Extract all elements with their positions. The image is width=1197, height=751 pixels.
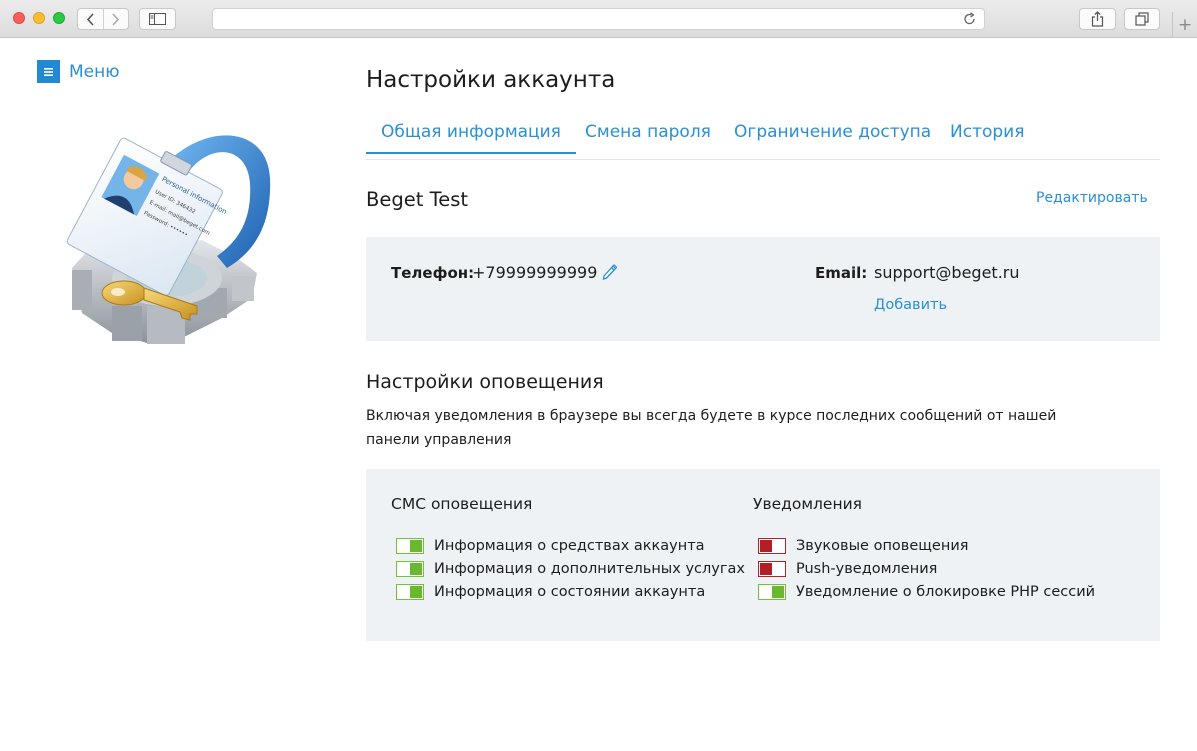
contact-panel: Телефон: +79999999999 Email: support@beg… — [366, 237, 1160, 341]
edit-phone-button[interactable] — [601, 263, 618, 284]
phone-label: Телефон: — [391, 264, 475, 282]
notifications-description: Включая уведомления в браузере вы всегда… — [366, 408, 1057, 448]
sms-services-label: Информация о дополнительных услугах — [434, 561, 745, 577]
forward-icon — [112, 12, 120, 26]
share-button[interactable] — [1079, 8, 1116, 30]
sidebar-toggle-button[interactable] — [139, 8, 176, 30]
tab-overview-button[interactable] — [1124, 8, 1160, 30]
minimize-window-button[interactable] — [33, 12, 45, 24]
edit-link[interactable]: Редактировать — [1036, 190, 1148, 206]
sms-item: Информация о состоянии аккаунта — [396, 583, 705, 601]
account-name: Beget Test — [366, 188, 468, 211]
notifications-panel: СМС оповещения Уведомления Информация о … — [366, 469, 1160, 641]
maximize-window-button[interactable] — [53, 12, 65, 24]
tab-history[interactable]: История — [950, 122, 1024, 142]
browser-item: Уведомление о блокировке PHP сессий — [758, 583, 1095, 601]
browser-toolbar: + — [0, 0, 1197, 38]
address-bar[interactable] — [212, 8, 985, 30]
menu-toggle[interactable]: Меню — [37, 60, 120, 83]
browser-column-title: Уведомления — [753, 495, 862, 513]
history-nav — [77, 8, 129, 30]
back-button[interactable] — [78, 9, 103, 29]
hamburger-icon — [37, 60, 60, 83]
php-block-toggle[interactable] — [758, 584, 786, 600]
notifications-title: Настройки оповещения — [366, 371, 604, 393]
sms-item: Информация о средствах аккаунта — [396, 537, 705, 555]
forward-button[interactable] — [102, 9, 129, 29]
phone-value: +79999999999 — [472, 263, 598, 282]
sound-alerts-label: Звуковые оповещения — [796, 538, 969, 554]
sidebar-icon — [149, 13, 166, 25]
account-tabs: Общая информация Смена пароля Ограничени… — [366, 113, 1160, 160]
sms-item: Информация о дополнительных услугах — [396, 560, 745, 578]
push-label: Push-уведомления — [796, 561, 938, 577]
sms-funds-label: Информация о средствах аккаунта — [434, 538, 705, 554]
plus-icon: + — [1177, 15, 1193, 35]
account-illustration: Personal information User ID: 346432 E-m… — [66, 135, 271, 344]
tab-general-info[interactable]: Общая информация — [366, 122, 576, 154]
browser-item: Push-уведомления — [758, 560, 937, 578]
sms-status-toggle[interactable] — [396, 584, 424, 600]
sound-alerts-toggle[interactable] — [758, 538, 786, 554]
close-window-button[interactable] — [13, 12, 25, 24]
sms-status-label: Информация о состоянии аккаунта — [434, 584, 706, 600]
add-email-link[interactable]: Добавить — [874, 297, 947, 313]
pencil-icon — [602, 264, 618, 280]
tab-change-password[interactable]: Смена пароля — [585, 122, 711, 142]
php-block-label: Уведомление о блокировке PHP сессий — [796, 584, 1096, 600]
browser-item: Звуковые оповещения — [758, 537, 968, 555]
email-value: support@beget.ru — [874, 263, 1020, 282]
sms-services-toggle[interactable] — [396, 561, 424, 577]
new-tab-button[interactable]: + — [1172, 12, 1197, 38]
push-toggle[interactable] — [758, 561, 786, 577]
share-icon — [1091, 11, 1104, 27]
email-label: Email: — [815, 264, 868, 282]
page-title: Настройки аккаунта — [366, 67, 616, 93]
sms-funds-toggle[interactable] — [396, 538, 424, 554]
back-icon — [86, 12, 94, 26]
sms-column-title: СМС оповещения — [391, 495, 533, 513]
tabs-icon — [1135, 12, 1149, 26]
menu-label: Меню — [69, 61, 120, 82]
tab-access-restriction[interactable]: Ограничение доступа — [734, 122, 931, 142]
reload-icon[interactable] — [963, 12, 976, 26]
